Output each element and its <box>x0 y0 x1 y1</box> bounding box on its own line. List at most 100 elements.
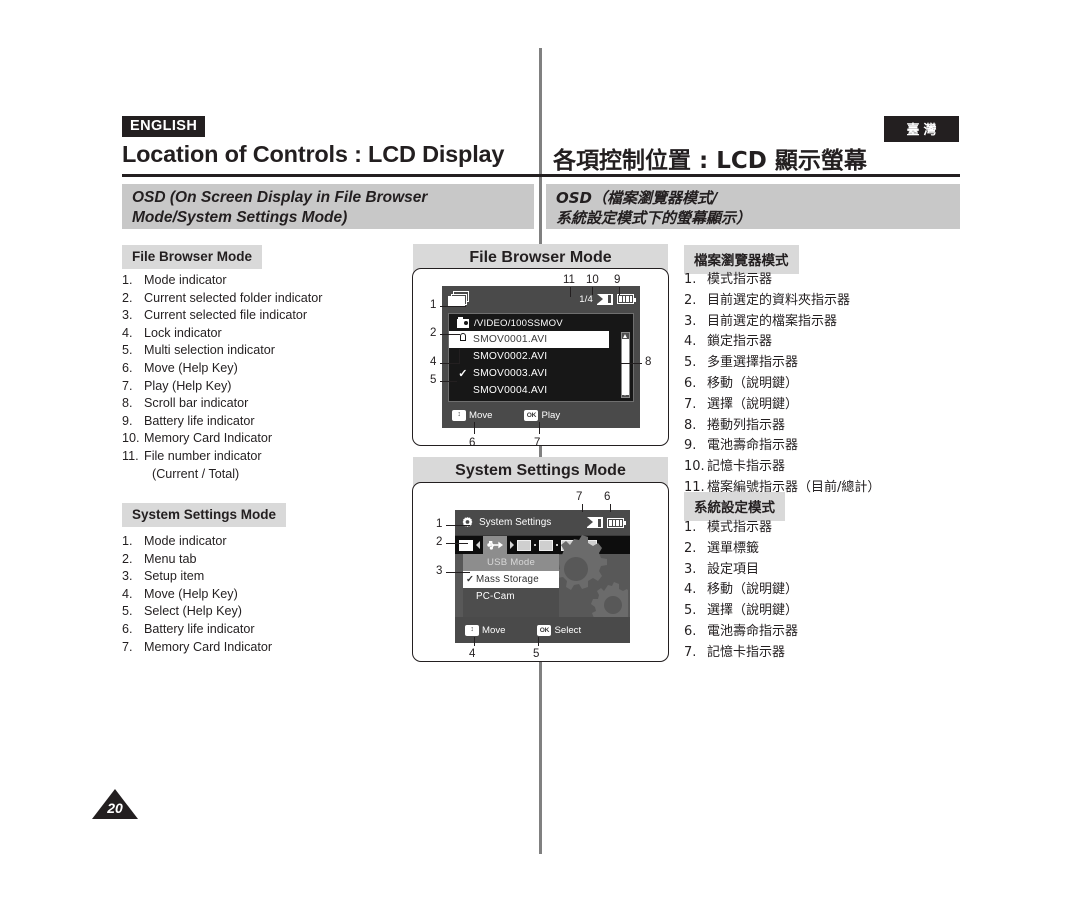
folder-stack-icon <box>448 291 470 307</box>
callout-5: 5 <box>430 374 437 386</box>
manual-page: ENGLISH 臺灣 Location of Controls : LCD Di… <box>0 0 1080 906</box>
leader-line <box>440 381 457 383</box>
list-item: 8. 捲動列指示器 <box>684 417 786 433</box>
leader-line <box>474 637 476 646</box>
setup-option-label: PC-Cam <box>476 591 515 602</box>
leader-line <box>459 349 461 364</box>
help-key-play-label: Play <box>541 409 561 421</box>
leader-line <box>538 637 540 646</box>
help-key-move: ↕ Move <box>465 624 506 636</box>
battery-icon <box>617 294 636 304</box>
list-item: 4. Move (Help Key) <box>122 586 238 601</box>
usb-tab-selected[interactable] <box>483 536 507 554</box>
callout-4: 4 <box>469 648 476 660</box>
help-key-move-label: Move <box>482 624 506 636</box>
leader-line <box>592 287 594 295</box>
list-item: 4. 鎖定指示器 <box>684 334 773 350</box>
scroll-thumb[interactable] <box>622 339 629 395</box>
callout-3: 3 <box>436 565 443 577</box>
lcd-screen-system-settings: System Settings USB Mode ✓ Mass Storage … <box>455 510 630 643</box>
current-folder-path: /VIDEO/100SSMOV <box>449 316 633 331</box>
memory-card-icon <box>587 517 603 528</box>
callout-2: 2 <box>436 536 443 548</box>
file-list-item[interactable]: SMOV0001.AVI <box>449 331 609 348</box>
ok-key-icon: OK <box>537 624 552 636</box>
mode-indicator-label: System Settings <box>479 517 552 528</box>
folder-path-text: /VIDEO/100SSMOV <box>474 318 563 329</box>
scroll-bar[interactable] <box>621 332 630 398</box>
language-badge-chinese: 臺灣 <box>884 116 959 142</box>
osd-subtitle-chinese-line1: OSD（檔案瀏覽器模式/ <box>556 189 718 207</box>
osd-subtitle-chinese: OSD（檔案瀏覽器模式/ 系統設定模式下的螢幕顯示） <box>546 184 960 229</box>
list-system-settings-english: 1. Mode indicator 2. Menu tab 3. Setup item… <box>122 533 402 656</box>
lcd-screen-file-browser: 1/4 /VIDEO/100SSMOV SMOV0001.AVI SMOV000… <box>442 286 640 428</box>
memory-card-icon <box>597 293 613 305</box>
leader-line <box>539 422 541 434</box>
help-key-bar: ↕ Move OK Play <box>442 402 640 428</box>
help-key-move-label: Move <box>469 409 493 421</box>
file-list-item[interactable]: SMOV0004.AVI <box>449 382 633 399</box>
setup-option[interactable]: ✓ Mass Storage <box>463 571 559 588</box>
leader-line <box>620 363 642 365</box>
callout-6: 6 <box>469 437 476 449</box>
callout-7: 7 <box>576 491 583 503</box>
list-item: 1. Mode indicator <box>122 273 227 287</box>
scroll-up-arrow-icon[interactable] <box>623 334 627 338</box>
callout-1: 1 <box>430 299 437 311</box>
help-key-play: OK Play <box>524 409 561 421</box>
ok-key-icon: OK <box>524 409 539 421</box>
heading-system-settings-mode-chinese: 系統設定模式 <box>684 492 785 521</box>
help-key-bar: ↕ Move OK Select <box>455 617 630 643</box>
callout-2: 2 <box>430 327 437 339</box>
scroll-down-arrow-icon[interactable] <box>623 392 627 396</box>
list-item: 5. 多重選擇指示器 <box>684 355 799 371</box>
list-item: 3. Current selected file indicator <box>122 308 308 323</box>
lcd-status-bar: 1/4 <box>442 286 640 312</box>
list-item: 7. 選擇（說明鍵） <box>684 396 799 412</box>
file-list-item[interactable]: ✓ SMOV0003.AVI <box>449 365 633 382</box>
leader-line <box>446 543 468 545</box>
setup-option[interactable]: PC-Cam <box>463 588 559 605</box>
leader-line <box>619 287 621 295</box>
file-number-indicator: 1/4 <box>579 293 593 305</box>
list-item: 9. 電池壽命指示器 <box>684 438 799 454</box>
file-number-tab-icon[interactable] <box>517 539 531 551</box>
list-item: 8. Scroll bar indicator <box>122 396 249 411</box>
updown-key-icon: ↕ <box>465 624 479 636</box>
leader-line <box>440 334 460 336</box>
tab-left-arrow-icon[interactable] <box>476 541 480 549</box>
settings-body: USB Mode ✓ Mass Storage PC-Cam <box>455 535 630 643</box>
list-item: 3. Setup item <box>122 569 205 584</box>
mode-indicator: System Settings <box>461 516 551 529</box>
heading-system-settings-mode-english: System Settings Mode <box>122 503 287 527</box>
list-item: 3. 設定項目 <box>684 561 760 577</box>
help-key-select-label: Select <box>554 624 582 636</box>
list-item: 2. Current selected folder indicator <box>122 290 323 305</box>
callout-6: 6 <box>604 491 611 503</box>
help-key-select: OK Select <box>537 624 582 636</box>
updown-key-icon: ↕ <box>452 409 466 421</box>
list-item: 6. 移動（說明鍵） <box>684 375 799 391</box>
file-list[interactable]: /VIDEO/100SSMOV SMOV0001.AVI SMOV0002.AV… <box>448 313 634 402</box>
leader-line <box>474 422 476 434</box>
tab-right-arrow-icon[interactable] <box>510 541 514 549</box>
help-key-move: ↕ Move <box>452 409 493 421</box>
list-item-continuation: (Current / Total) <box>152 466 240 481</box>
osd-subtitle-english-line2: Mode/System Settings Mode) <box>132 209 348 226</box>
file-list-item[interactable]: SMOV0002.AVI <box>449 348 633 365</box>
usb-icon <box>487 539 503 551</box>
leader-line <box>610 504 612 512</box>
list-item: 5. 選擇（說明鍵） <box>684 603 799 619</box>
leader-line <box>446 525 470 527</box>
white-balance-tab-icon[interactable] <box>459 539 473 551</box>
list-item: 6. Battery life indicator <box>122 621 255 636</box>
callout-11: 11 <box>563 274 575 286</box>
language-badge-english: ENGLISH <box>122 116 206 137</box>
leader-line <box>582 504 584 512</box>
setup-option-label: Mass Storage <box>476 574 539 585</box>
list-item: 11. File number indicator <box>122 448 262 463</box>
page-title-chinese: 各項控制位置 : LCD 顯示螢幕 <box>553 148 867 174</box>
osd-subtitle-chinese-line2: 系統設定模式下的螢幕顯示） <box>556 209 752 227</box>
leader-line <box>570 287 572 297</box>
check-icon: ✓ <box>458 368 468 380</box>
